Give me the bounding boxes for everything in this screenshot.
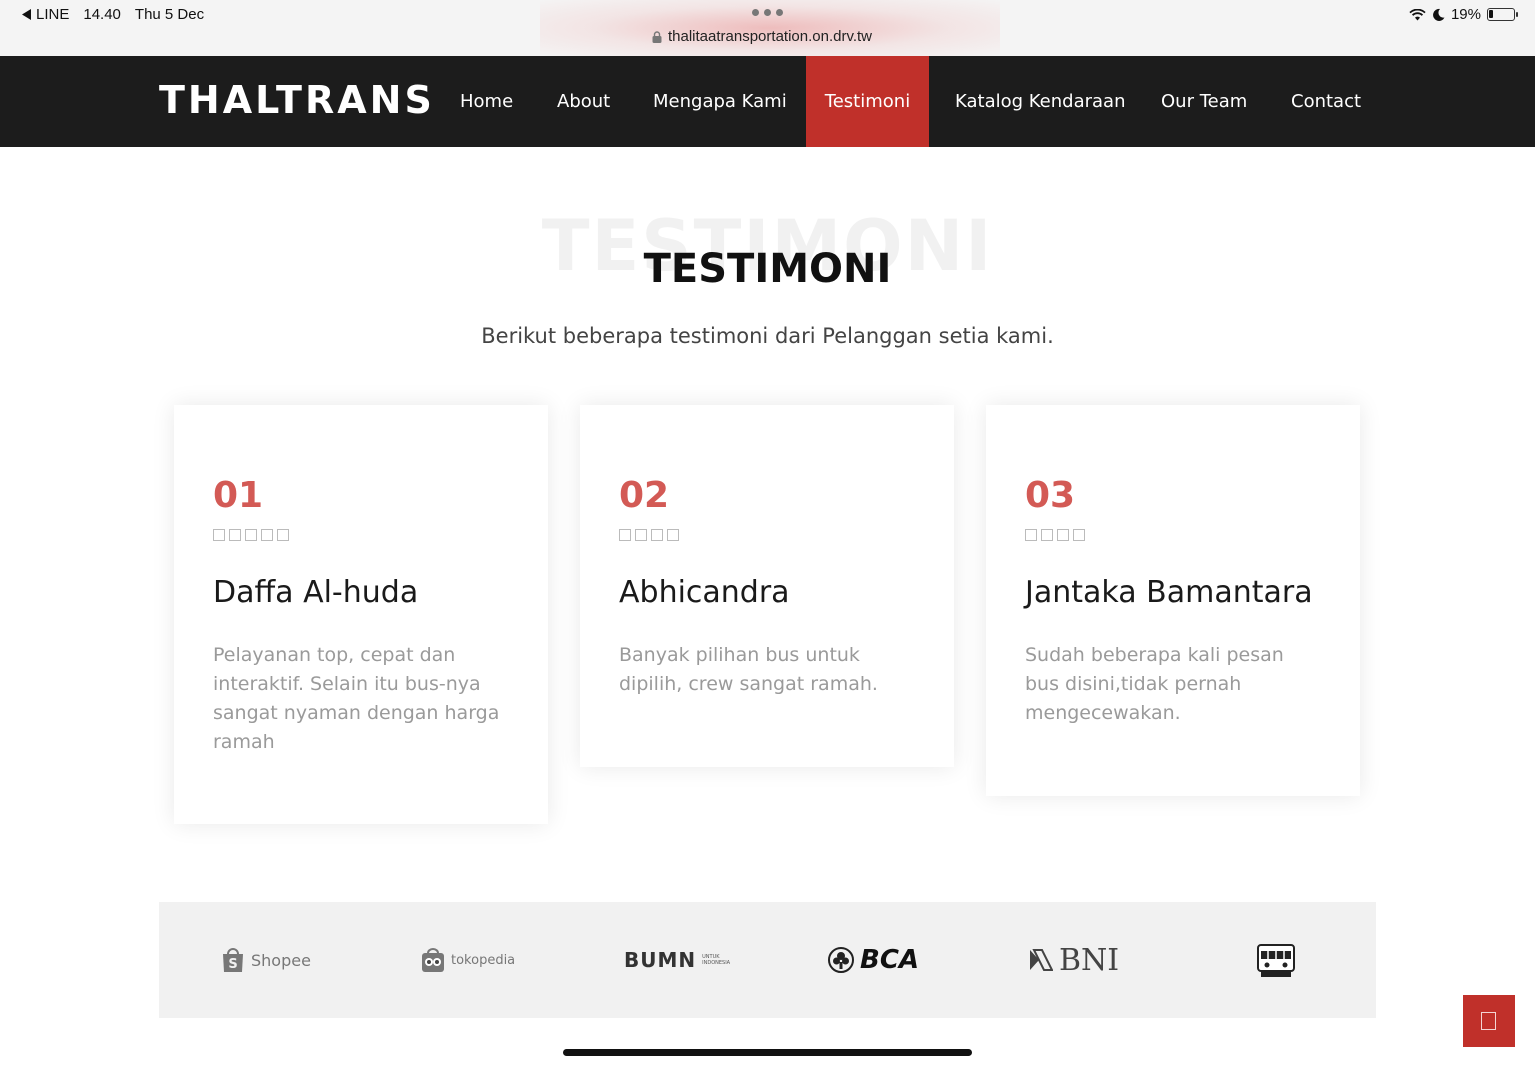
client-bni[interactable]: BNI [1029, 938, 1119, 982]
back-arrow-icon [22, 9, 31, 20]
status-date: Thu 5 Dec [134, 6, 205, 23]
star-rating [213, 529, 510, 549]
nav-item-home[interactable]: Home [441, 56, 532, 147]
client-shopee[interactable]: S Shopee [221, 938, 311, 982]
arrow-up-icon [1481, 1012, 1496, 1030]
client-tokopedia[interactable]: tokopedia [421, 938, 515, 982]
bumn-tagline: UNTUK INDONESIA [702, 954, 731, 966]
testimonial-card-1: 01 Daffa Al-huda Pelayanan top, cepat da… [174, 405, 548, 824]
back-to-top-button[interactable] [1463, 995, 1515, 1047]
status-right: 19% [1409, 6, 1518, 23]
brand-logo[interactable]: THALTRANS [159, 78, 435, 122]
main-navbar: THALTRANS Home About Mengapa Kami Testim… [0, 56, 1535, 147]
star-icon [277, 529, 289, 541]
wifi-icon [1409, 8, 1426, 20]
thaltrans-bus-logo-icon [1257, 944, 1295, 977]
star-icon [1041, 529, 1053, 541]
status-left: LINE 14.40 Thu 5 Dec [22, 6, 204, 23]
star-icon [651, 529, 663, 541]
testimonial-text: Banyak pilihan bus untuk dipilih, crew s… [619, 644, 878, 695]
star-icon [1073, 529, 1085, 541]
star-icon [667, 529, 679, 541]
star-icon [1025, 529, 1037, 541]
testimonial-name: Daffa Al-huda [213, 575, 419, 610]
battery-icon [1487, 8, 1518, 21]
ios-status-bar: LINE 14.40 Thu 5 Dec thalitaatransportat… [0, 0, 1535, 56]
nav-item-katalog-kendaraan[interactable]: Katalog Kendaraan [936, 56, 1144, 147]
bni-logo-icon [1030, 949, 1053, 971]
back-app-label: LINE [36, 6, 70, 23]
star-icon [635, 529, 647, 541]
nav-item-contact[interactable]: Contact [1272, 56, 1380, 147]
star-icon [1057, 529, 1069, 541]
status-time: 14.40 [83, 6, 121, 23]
testimonial-name: Jantaka Bamantara [1025, 575, 1313, 610]
star-icon [619, 529, 631, 541]
client-thaltrans[interactable] [1256, 938, 1296, 982]
shopee-logo-icon: S [223, 948, 243, 972]
nav-item-mengapa-kami[interactable]: Mengapa Kami [634, 56, 806, 147]
nav-item-our-team[interactable]: Our Team [1142, 56, 1266, 147]
star-rating [1025, 529, 1322, 549]
url-text: thalitaatransportation.on.drv.tw [668, 28, 873, 45]
star-icon [245, 529, 257, 541]
star-icon [261, 529, 273, 541]
bca-logo-icon [828, 947, 854, 973]
battery-percent: 19% [1450, 6, 1481, 23]
bumn-logo-icon: BUMN [624, 948, 697, 972]
svg-text:S: S [228, 957, 237, 972]
clients-strip: S Shopee tokopedia BUMN UNTUK INDONESIA … [159, 902, 1376, 1018]
client-name: tokopedia [451, 952, 516, 968]
star-icon [213, 529, 225, 541]
testimonial-name: Abhicandra [619, 575, 790, 610]
client-bca[interactable]: BCA [828, 938, 919, 982]
testimonial-number: 01 [213, 475, 264, 516]
testimonial-card-3: 03 Jantaka Bamantara Sudah beberapa kali… [986, 405, 1360, 796]
testimonial-number: 02 [619, 475, 670, 516]
multitasking-dots-icon[interactable] [752, 9, 783, 16]
client-name: Shopee [251, 950, 311, 970]
section-title: TESTIMONI [643, 246, 892, 292]
tokopedia-logo-icon [422, 948, 444, 972]
client-bumn[interactable]: BUMN UNTUK INDONESIA [624, 938, 734, 982]
home-indicator[interactable] [563, 1049, 972, 1056]
testimonial-card-2: 02 Abhicandra Banyak pilihan bus untuk d… [580, 405, 954, 767]
address-bar[interactable]: thalitaatransportation.on.drv.tw [652, 28, 872, 45]
testimonial-text: Pelayanan top, cepat dan interaktif. Sel… [213, 644, 500, 753]
moon-icon [1433, 8, 1445, 21]
back-to-app-link[interactable]: LINE [22, 6, 69, 23]
client-name: BNI [1059, 942, 1120, 978]
star-rating [619, 529, 916, 549]
star-icon [229, 529, 241, 541]
testimonial-number: 03 [1025, 475, 1076, 516]
nav-item-about[interactable]: About [538, 56, 629, 147]
lock-icon [652, 30, 662, 43]
section-subtitle: Berikut beberapa testimoni dari Pelangga… [481, 324, 1054, 348]
testimonial-text: Sudah beberapa kali pesan bus disini,tid… [1025, 644, 1284, 724]
client-name: BCA [860, 945, 920, 975]
battery-fill [1489, 10, 1493, 18]
nav-item-testimoni[interactable]: Testimoni [806, 56, 929, 147]
